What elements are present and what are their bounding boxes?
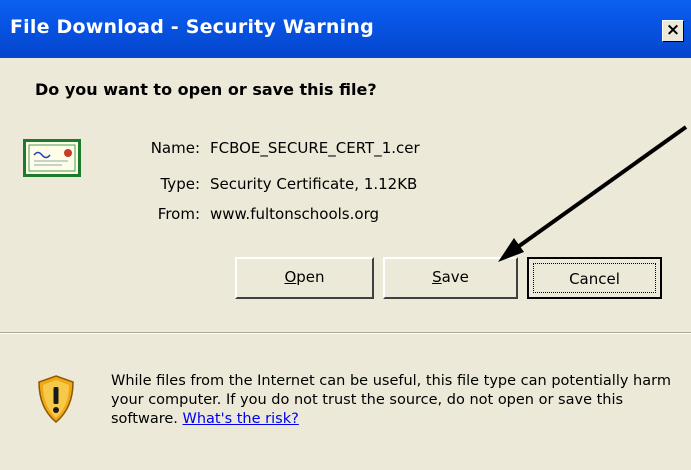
file-name-value: FCBOE_SECURE_CERT_1.cer [210, 139, 420, 157]
cancel-label: Cancel [533, 263, 656, 293]
name-label: Name: [150, 139, 200, 157]
file-type-value: Security Certificate, 1.12KB [210, 175, 418, 193]
warning-message: While files from the Internet can be use… [111, 372, 686, 429]
file-from-value: www.fultonschools.org [210, 205, 379, 223]
save-label: ave [441, 268, 469, 286]
whats-the-risk-link[interactable]: What's the risk? [183, 411, 299, 427]
type-label: Type: [160, 175, 200, 193]
security-warning-dialog: File Download - Security Warning × Do yo… [0, 0, 691, 470]
open-button[interactable]: Open [235, 257, 374, 299]
save-mnemonic: S [432, 268, 442, 286]
download-question: Do you want to open or save this file? [35, 80, 377, 99]
open-label: pen [296, 268, 325, 286]
close-icon: × [665, 20, 681, 40]
shield-warning-icon [38, 375, 74, 423]
save-button[interactable]: Save [383, 257, 518, 299]
certificate-icon [23, 139, 81, 177]
open-mnemonic: O [284, 268, 297, 286]
from-label: From: [157, 205, 200, 223]
title-bar[interactable]: File Download - Security Warning [0, 0, 691, 58]
window-title: File Download - Security Warning [10, 16, 374, 38]
close-button[interactable]: × [662, 20, 684, 42]
section-divider-highlight [0, 333, 691, 334]
cancel-button[interactable]: Cancel [527, 257, 662, 299]
